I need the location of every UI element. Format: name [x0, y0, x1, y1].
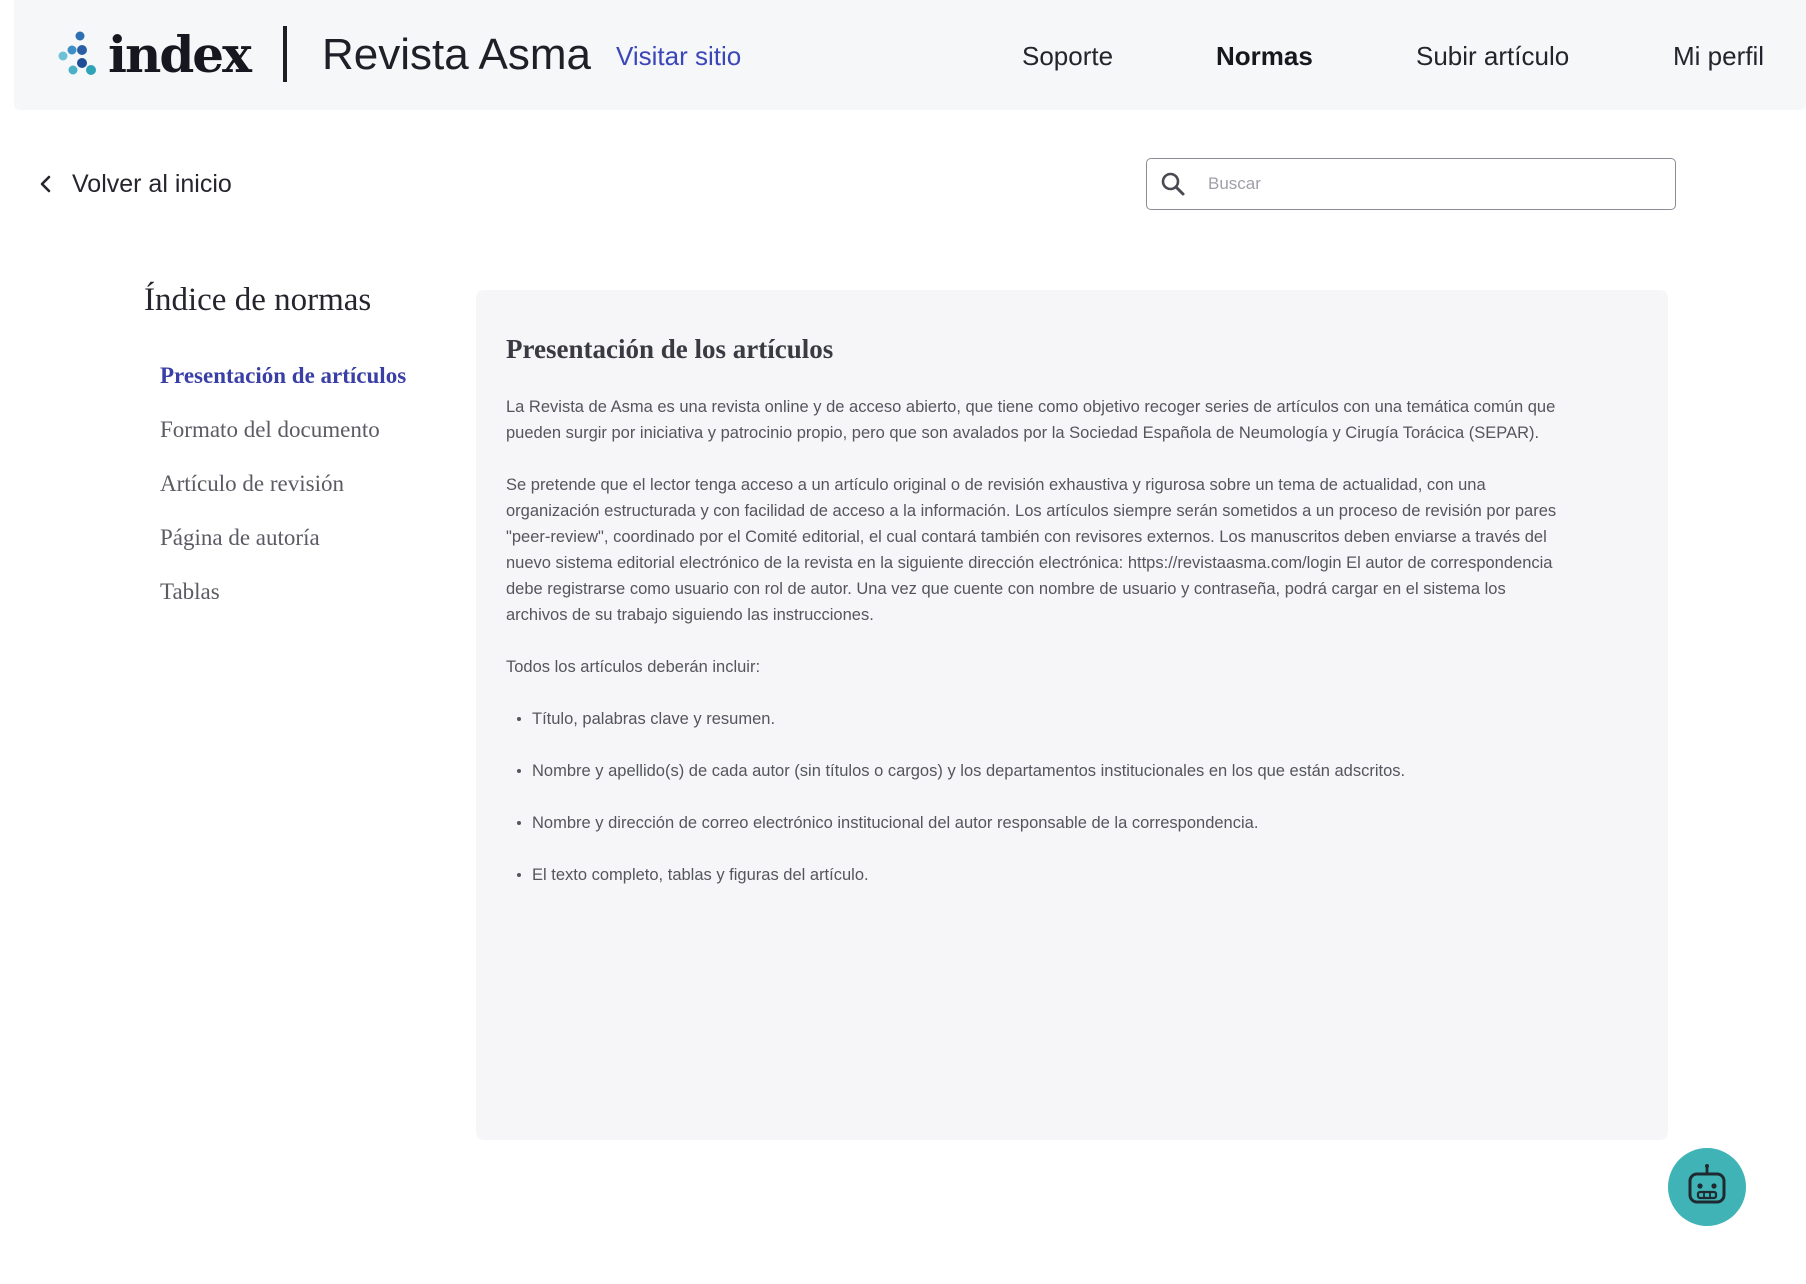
top-navigation-bar: index Revista Asma Visitar sitio Soporte… [14, 0, 1806, 110]
content-paragraph: La Revista de Asma es una revista online… [506, 398, 1556, 442]
index-logo[interactable]: index [58, 22, 252, 88]
list-item: El texto completo, tablas y figuras del … [506, 862, 1638, 888]
back-link-label: Volver al inicio [72, 170, 232, 198]
list-item: Nombre y apellido(s) de cada autor (sin … [506, 758, 1638, 784]
sidebar-item-pagina-de-autoria[interactable]: Página de autoría [160, 522, 406, 576]
page: index Revista Asma Visitar sitio Soporte… [0, 0, 1806, 1284]
requirements-list: Título, palabras clave y resumen. Nombre… [506, 706, 1638, 888]
visit-site-link[interactable]: Visitar sitio [616, 39, 741, 73]
content-paragraph: Se pretende que el lector tenga acceso a… [506, 476, 1557, 624]
nav-item-soporte[interactable]: Soporte [1022, 39, 1113, 73]
nav-item-subir-articulo[interactable]: Subir artículo [1416, 39, 1569, 73]
sidebar-list: Presentación de artículos Formato del do… [160, 360, 406, 630]
robot-icon [1688, 1164, 1726, 1204]
sidebar-item-tablas[interactable]: Tablas [160, 576, 406, 630]
content-title: Presentación de los artículos [506, 334, 834, 364]
sidebar-title: Índice de normas [144, 282, 372, 318]
content-panel: Presentación de los artículos La Revista… [476, 290, 1668, 1140]
search-input[interactable] [1208, 164, 1648, 204]
sidebar-item-presentacion-de-articulos[interactable]: Presentación de artículos [160, 360, 406, 414]
nav-item-normas[interactable]: Normas [1216, 39, 1313, 73]
logo-text: index [108, 25, 252, 84]
search-icon [1161, 172, 1185, 196]
chatbot-button[interactable] [1668, 1148, 1746, 1226]
back-to-home-link[interactable]: Volver al inicio [38, 168, 232, 200]
content-paragraph: Todos los artículos deberán incluir: [506, 658, 761, 676]
sidebar-item-articulo-de-revision[interactable]: Artículo de revisión [160, 468, 406, 522]
header-divider [283, 26, 287, 82]
nav-item-mi-perfil[interactable]: Mi perfil [1673, 39, 1764, 73]
list-item: Título, palabras clave y resumen. [506, 706, 1638, 732]
journal-name: Revista Asma [322, 30, 591, 79]
search-box[interactable] [1146, 158, 1676, 210]
chevron-left-icon [40, 175, 51, 193]
index-dots-logo-icon [58, 31, 96, 75]
list-item: Nombre y dirección de correo electrónico… [506, 810, 1638, 836]
sidebar-item-formato-del-documento[interactable]: Formato del documento [160, 414, 406, 468]
